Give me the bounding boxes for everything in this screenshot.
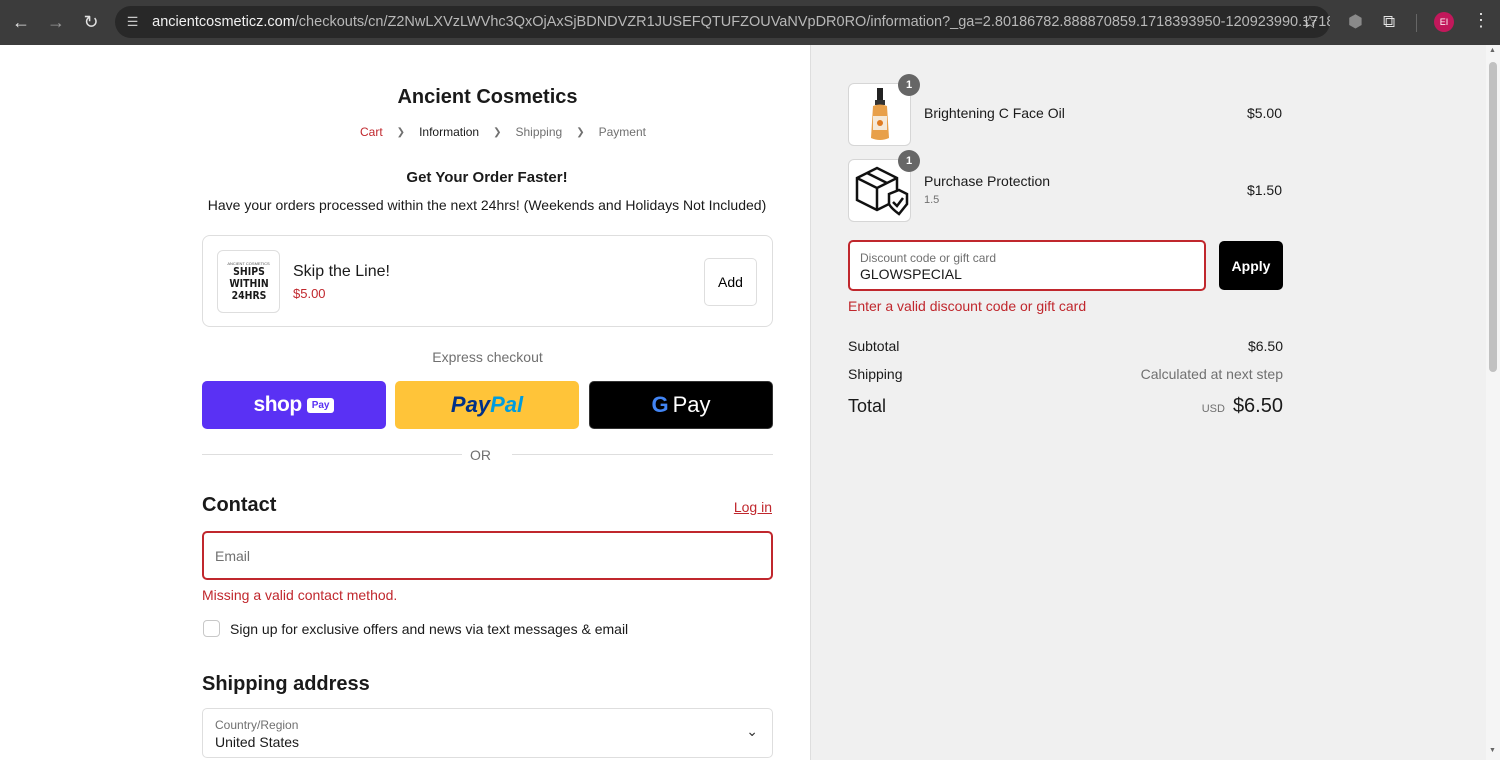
upsell-card: ANCIENT COSMETICS SHIPS WITHIN 24HRS Ski… [202,235,773,327]
breadcrumb-cart[interactable]: Cart [360,125,383,139]
url-text: ancientcosmeticz.com/checkouts/cn/Z2NwLX… [152,14,1330,30]
total-value: $6.50 [1232,395,1283,417]
divider-right [512,454,773,455]
discount-field[interactable]: Discount code or gift card [848,240,1206,291]
country-select[interactable]: Country/Region United States ⌄ [202,708,773,758]
chevron-right-icon: ❯ [396,126,406,138]
reload-icon[interactable]: ↻ [80,11,102,33]
line-item-variant: 1.5 [924,194,940,206]
browser-toolbar: ← → ↻ ☰ ancientcosmeticz.com/checkouts/c… [0,0,1500,45]
forward-icon[interactable]: → [45,11,67,33]
google-g-icon: G [651,392,669,417]
line-item-name: Brightening C Face Oil [924,105,1065,121]
total-row: Total USD $6.50 [848,395,1283,417]
currency-code: USD [1201,403,1225,415]
upsell-name: Skip the Line! [293,263,390,280]
contact-heading: Contact [202,494,277,516]
marketing-signup-label: Sign up for exclusive offers and news vi… [230,621,629,637]
chevron-right-icon: ❯ [493,126,502,138]
scroll-up-arrow-icon[interactable]: ▲ [1489,47,1496,54]
chevron-right-icon: ❯ [576,126,585,138]
discount-error: Enter a valid discount code or gift card [848,298,1087,314]
subtotal-row: Subtotal $6.50 [848,338,1283,354]
checkout-main: Ancient Cosmetics Cart ❯ Information ❯ S… [0,45,810,760]
scrollbar-thumb[interactable] [1489,62,1497,372]
upsell-thumbnail: ANCIENT COSMETICS SHIPS WITHIN 24HRS [217,250,280,313]
discount-input[interactable] [860,266,1190,282]
menu-dots-icon[interactable]: ⋮ [1472,10,1490,31]
scroll-down-arrow-icon[interactable]: ▼ [1489,747,1496,754]
extension-icon[interactable]: ⬢ [1348,12,1363,32]
shop-pay-button[interactable]: shop Pay [202,381,386,429]
promo-title: Get Your Order Faster! [406,169,568,186]
login-link[interactable]: Log in [734,499,772,515]
chevron-down-icon: ⌄ [746,723,758,739]
line-item-price: $1.50 [1246,182,1282,198]
shipping-address-heading: Shipping address [202,673,370,695]
google-pay-button[interactable]: G Pay [589,381,773,429]
back-icon[interactable]: ← [10,11,32,33]
upsell-price: $5.00 [293,286,326,301]
email-input[interactable] [202,531,773,580]
line-item-thumbnail: 1 [848,74,920,146]
line-item-thumbnail: 1 [848,150,920,222]
apply-discount-button[interactable]: Apply [1219,241,1283,290]
line-item-price: $5.00 [1246,105,1282,121]
address-bar[interactable]: ☰ ancientcosmeticz.com/checkouts/cn/Z2Nw… [115,6,1330,38]
toolbar-divider [1416,14,1417,32]
site-settings-icon[interactable]: ☰ [123,12,142,32]
shipping-row: Shipping Calculated at next step [848,366,1283,382]
promo-subtitle: Have your orders processed within the ne… [207,197,767,213]
profile-avatar[interactable]: EI [1434,12,1454,32]
line-item-name: Purchase Protection [924,173,1051,189]
divider-left [202,454,462,455]
puzzle-extensions-icon[interactable]: ⧉ [1383,12,1395,32]
bookmark-star-icon[interactable]: ☆ [1302,12,1318,33]
breadcrumb-shipping: Shipping [515,125,563,139]
email-error: Missing a valid contact method. [202,587,398,603]
add-upsell-button[interactable]: Add [704,258,757,306]
paypal-button[interactable]: Pay Pal [395,381,579,429]
breadcrumb-information: Information [419,125,480,139]
protected-package-icon [855,166,908,216]
face-oil-bottle-icon [870,87,889,140]
quantity-badge: 1 [898,150,920,172]
order-summary: 1 Brightening C Face Oil $5.00 1 Purchas… [810,45,1486,760]
marketing-signup-checkbox[interactable] [203,620,220,637]
breadcrumb-payment: Payment [598,125,646,139]
or-divider-text: OR [470,447,491,463]
express-checkout-label: Express checkout [432,349,543,365]
scrollbar[interactable] [1486,45,1500,760]
breadcrumb: Cart ❯ Information ❯ Shipping ❯ Payment [360,125,660,139]
quantity-badge: 1 [898,74,920,96]
